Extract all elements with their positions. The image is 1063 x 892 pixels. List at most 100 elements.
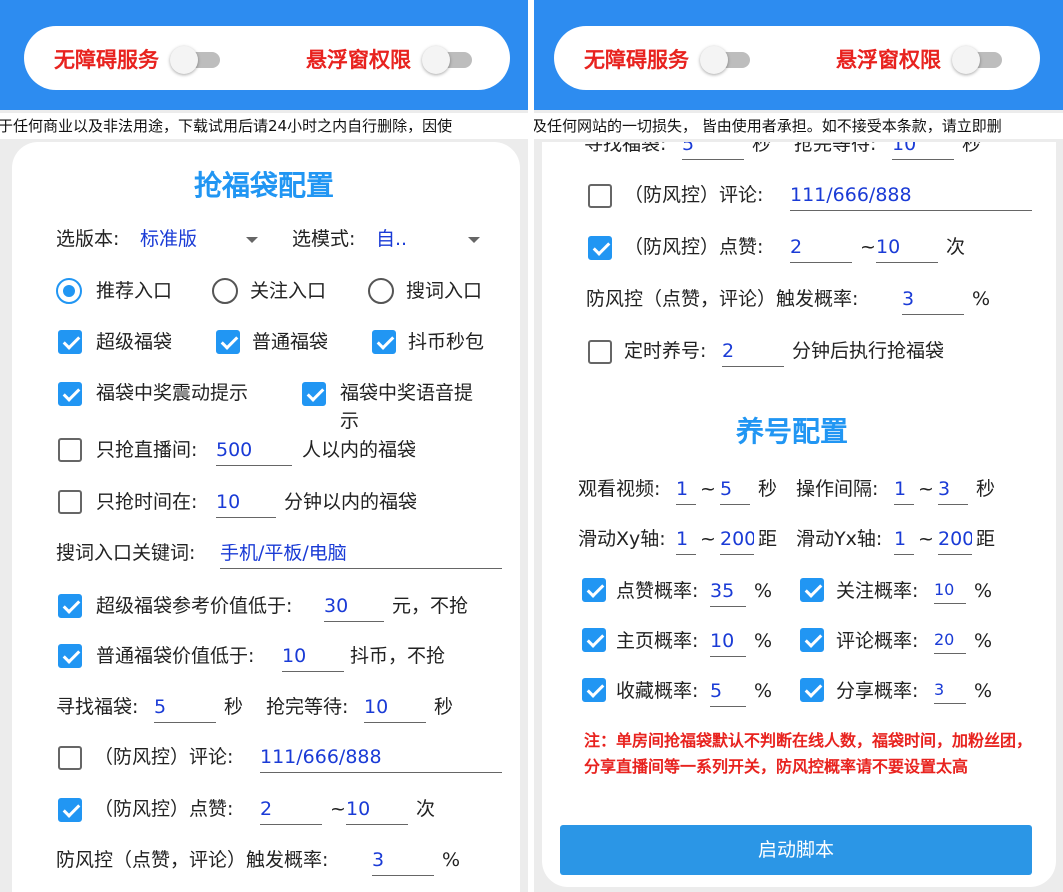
slidex-unit: 距 xyxy=(758,528,778,550)
checkbox-comment[interactable] xyxy=(58,746,82,770)
checkbox-time-only[interactable] xyxy=(58,490,82,514)
overlay-label: 悬浮窗权限 xyxy=(306,48,411,72)
keyword-label: 搜词入口关键词: xyxy=(56,542,196,564)
interval-tilde: ~ xyxy=(918,478,934,500)
checkbox-super-min[interactable] xyxy=(58,594,82,618)
version-select[interactable]: 标准版 xyxy=(140,230,197,249)
comment-input[interactable]: 111/666/888 xyxy=(790,186,1032,211)
like-prob-input[interactable]: 35 xyxy=(710,582,746,607)
left-screen: 无障碍服务 悬浮窗权限 于任何商业以及非法用途，下载试用后请24小时之内自行删除… xyxy=(0,0,528,892)
disclaimer-text: 于任何商业以及非法用途，下载试用后请24小时之内自行删除，因使 xyxy=(0,117,453,135)
normal-min-suffix: 抖币，不抢 xyxy=(350,645,446,667)
checkbox-like[interactable] xyxy=(58,798,82,822)
slidex-min-input[interactable]: 1 xyxy=(676,530,696,555)
like-label: （防风控）点赞: xyxy=(94,798,234,820)
checkbox-voice-label-wrap: 示 xyxy=(340,410,360,432)
checkbox-comment[interactable] xyxy=(588,184,612,208)
checkbox-live-only[interactable] xyxy=(58,438,82,462)
share-prob-input[interactable]: 3 xyxy=(934,682,966,704)
version-label: 选版本: xyxy=(56,228,120,250)
checkbox-share-prob[interactable] xyxy=(800,678,824,702)
comment-prob-input[interactable]: 20 xyxy=(934,632,966,654)
checkbox-vibrate[interactable] xyxy=(58,382,82,406)
accessibility-switch[interactable] xyxy=(170,46,222,74)
checkbox-comment-prob[interactable] xyxy=(800,628,824,652)
radio-recommend[interactable] xyxy=(56,278,82,304)
like-max-input[interactable]: 10 xyxy=(346,800,408,825)
super-min-input[interactable]: 30 xyxy=(324,597,384,622)
checkbox-follow-prob[interactable] xyxy=(800,578,824,602)
slidey-label: 滑动Yx轴: xyxy=(796,528,883,550)
checkbox-like[interactable] xyxy=(588,236,612,260)
normal-min-input[interactable]: 10 xyxy=(282,647,344,672)
accessibility-label: 无障碍服务 xyxy=(584,48,689,72)
like-unit: 次 xyxy=(416,798,436,820)
fav-prob-label: 收藏概率: xyxy=(616,680,699,702)
time-only-input[interactable]: 10 xyxy=(216,493,276,518)
interval-min-input[interactable]: 1 xyxy=(894,480,914,505)
like-min-input[interactable]: 2 xyxy=(260,800,322,825)
live-only-input[interactable]: 500 xyxy=(216,441,292,466)
checkbox-voice[interactable] xyxy=(302,382,326,406)
checkbox-timer[interactable] xyxy=(588,340,612,364)
checkbox-home-prob[interactable] xyxy=(582,628,606,652)
radio-follow[interactable] xyxy=(212,278,238,304)
chevron-down-icon[interactable] xyxy=(468,237,480,243)
like-tilde: ~ xyxy=(860,236,876,258)
disclaimer-banner: 于任何商业以及非法用途，下载试用后请24小时之内自行删除，因使 xyxy=(0,113,528,139)
watch-max-input[interactable]: 5 xyxy=(720,480,750,505)
radio-search[interactable] xyxy=(368,278,394,304)
watch-label: 观看视频: xyxy=(578,478,661,500)
interval-max-input[interactable]: 3 xyxy=(938,480,968,505)
find-input[interactable]: 5 xyxy=(154,698,216,723)
prob-input[interactable]: 3 xyxy=(902,290,964,315)
permission-bar: 无障碍服务 悬浮窗权限 xyxy=(24,26,510,90)
disclaimer-banner: 及任何网站的一切损失， 皆由使用者承担。如不接受本条款，请立即删 xyxy=(534,113,1063,139)
config-card: 抢福袋配置 选版本: 标准版 选模式: 自.. 推荐入口 关注入口 搜词入口 超… xyxy=(12,142,520,892)
like-max-input[interactable]: 10 xyxy=(876,238,938,263)
disclaimer-text: 及任何网站的一切损失， 皆由使用者承担。如不接受本条款，请立即删 xyxy=(534,117,1002,135)
slidey-max-input[interactable]: 200 xyxy=(938,530,972,555)
checkbox-normal-min[interactable] xyxy=(58,644,82,668)
fav-prob-input[interactable]: 5 xyxy=(710,682,746,707)
chevron-down-icon[interactable] xyxy=(246,237,258,243)
checkbox-like-prob[interactable] xyxy=(582,578,606,602)
wait-input[interactable]: 10 xyxy=(892,142,954,160)
checkbox-super-label: 超级福袋 xyxy=(96,331,173,353)
start-script-button[interactable]: 启动脚本 xyxy=(560,825,1032,875)
share-prob-unit: % xyxy=(974,680,993,702)
checkbox-normal[interactable] xyxy=(216,330,240,354)
timer-input[interactable]: 2 xyxy=(722,342,784,367)
slidey-min-input[interactable]: 1 xyxy=(894,530,914,555)
follow-prob-unit: % xyxy=(974,580,993,602)
slidey-unit: 距 xyxy=(976,528,996,550)
slidex-max-input[interactable]: 200 xyxy=(720,530,754,555)
section-title: 养号配置 xyxy=(736,415,849,448)
like-min-input[interactable]: 2 xyxy=(790,238,852,263)
follow-prob-input[interactable]: 10 xyxy=(934,582,966,604)
keyword-input[interactable]: 手机/平板/电脑 xyxy=(220,544,502,569)
right-screen: 无障碍服务 悬浮窗权限 及任何网站的一切损失， 皆由使用者承担。如不接受本条款，… xyxy=(534,0,1063,892)
prob-input[interactable]: 3 xyxy=(372,851,434,876)
checkbox-voice-label: 福袋中奖语音提 xyxy=(340,382,474,404)
slidey-tilde: ~ xyxy=(918,528,934,550)
home-prob-input[interactable]: 10 xyxy=(710,632,746,657)
comment-input[interactable]: 111/666/888 xyxy=(260,748,502,773)
find-label: 寻找福袋: xyxy=(584,142,667,155)
slidex-tilde: ~ xyxy=(700,528,716,550)
checkbox-super[interactable] xyxy=(58,330,82,354)
accessibility-switch[interactable] xyxy=(700,46,752,74)
checkbox-fav-prob[interactable] xyxy=(582,678,606,702)
timer-suffix: 分钟后执行抢福袋 xyxy=(792,340,945,362)
wait-unit: 秒 xyxy=(962,142,982,155)
prob-label: 防风控（点赞，评论）触发概率: xyxy=(56,849,329,871)
mode-select[interactable]: 自.. xyxy=(376,230,407,249)
overlay-switch[interactable] xyxy=(952,46,1004,74)
like-tilde: ~ xyxy=(330,798,346,820)
watch-min-input[interactable]: 1 xyxy=(676,480,696,505)
wait-input[interactable]: 10 xyxy=(364,698,426,723)
find-input[interactable]: 5 xyxy=(682,142,744,160)
overlay-switch[interactable] xyxy=(422,46,474,74)
like-label: （防风控）点赞: xyxy=(624,236,764,258)
checkbox-coin[interactable] xyxy=(372,330,396,354)
